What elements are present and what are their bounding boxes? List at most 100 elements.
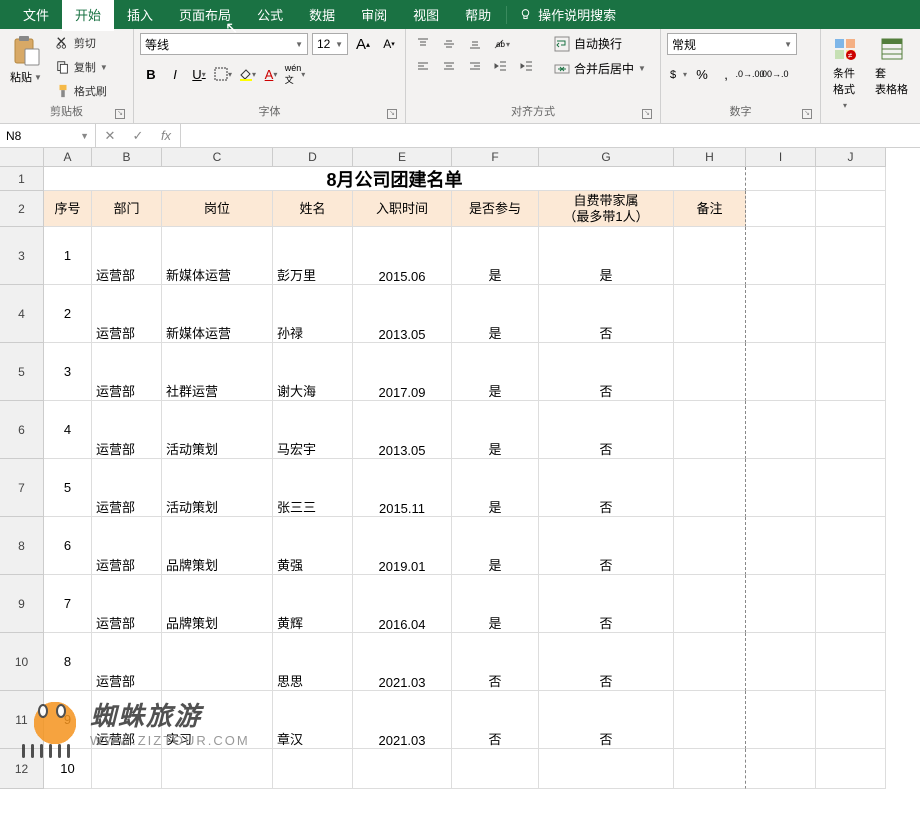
cell[interactable] bbox=[674, 749, 746, 789]
cell[interactable] bbox=[674, 633, 746, 691]
cell[interactable]: 品牌策划 bbox=[162, 575, 273, 633]
tab-page-layout[interactable]: 页面布局 bbox=[166, 0, 244, 31]
cell[interactable]: 是否参与 bbox=[452, 191, 539, 227]
cut-button[interactable]: 剪切 bbox=[52, 33, 112, 53]
cell[interactable] bbox=[816, 633, 886, 691]
cell[interactable]: 运营部 bbox=[92, 401, 162, 459]
cell[interactable]: 是 bbox=[452, 575, 539, 633]
cell[interactable]: 否 bbox=[539, 459, 674, 517]
align-center-button[interactable] bbox=[438, 55, 460, 77]
increase-font-button[interactable]: A▴ bbox=[352, 33, 374, 55]
cell[interactable] bbox=[674, 691, 746, 749]
cancel-formula-button[interactable]: ✕ bbox=[96, 124, 124, 147]
cell[interactable]: 马宏宇 bbox=[273, 401, 353, 459]
row-header[interactable]: 1 bbox=[0, 167, 44, 191]
cell[interactable] bbox=[746, 191, 816, 227]
paste-button[interactable]: 粘贴▼ bbox=[6, 33, 46, 87]
align-right-button[interactable] bbox=[464, 55, 486, 77]
column-header[interactable]: C bbox=[162, 148, 273, 167]
row-header[interactable]: 8 bbox=[0, 517, 44, 575]
decrease-indent-button[interactable] bbox=[490, 55, 512, 77]
align-bottom-button[interactable] bbox=[464, 33, 486, 55]
cell[interactable] bbox=[816, 167, 886, 191]
tab-help[interactable]: 帮助 bbox=[452, 0, 504, 31]
cell[interactable]: 是 bbox=[539, 227, 674, 285]
number-format-select[interactable]: 常规▼ bbox=[667, 33, 797, 55]
row-header[interactable]: 7 bbox=[0, 459, 44, 517]
cell[interactable]: 黄强 bbox=[273, 517, 353, 575]
cell[interactable]: 岗位 bbox=[162, 191, 273, 227]
cell[interactable] bbox=[674, 517, 746, 575]
cell[interactable] bbox=[746, 401, 816, 459]
bold-button[interactable]: B bbox=[140, 63, 162, 85]
cell[interactable] bbox=[746, 633, 816, 691]
select-all-corner[interactable] bbox=[0, 148, 44, 167]
cell[interactable]: 否 bbox=[539, 575, 674, 633]
orientation-button[interactable]: ab▾ bbox=[490, 33, 512, 55]
cell[interactable]: 运营部 bbox=[92, 285, 162, 343]
cell[interactable]: 2013.05 bbox=[353, 401, 452, 459]
font-color-button[interactable]: A▾ bbox=[260, 63, 282, 85]
cell[interactable]: 是 bbox=[452, 401, 539, 459]
cell[interactable]: 活动策划 bbox=[162, 401, 273, 459]
tab-insert[interactable]: 插入 bbox=[114, 0, 166, 31]
cell[interactable]: 入职时间 bbox=[353, 191, 452, 227]
cell[interactable]: 2017.09 bbox=[353, 343, 452, 401]
cell[interactable]: 7 bbox=[44, 575, 92, 633]
cell[interactable] bbox=[816, 343, 886, 401]
cell[interactable]: 品牌策划 bbox=[162, 517, 273, 575]
column-header[interactable]: H bbox=[674, 148, 746, 167]
cell[interactable] bbox=[353, 749, 452, 789]
cell[interactable]: 运营部 bbox=[92, 343, 162, 401]
increase-decimal-button[interactable]: .0→.00 bbox=[739, 63, 761, 85]
copy-button[interactable]: 复制 ▼ bbox=[52, 57, 112, 77]
cell[interactable]: 10 bbox=[44, 749, 92, 789]
confirm-formula-button[interactable]: ✓ bbox=[124, 124, 152, 147]
dialog-launcher-icon[interactable]: ↘ bbox=[387, 109, 397, 119]
dialog-launcher-icon[interactable]: ↘ bbox=[642, 109, 652, 119]
cell[interactable]: 姓名 bbox=[273, 191, 353, 227]
cell[interactable] bbox=[746, 227, 816, 285]
align-left-button[interactable] bbox=[412, 55, 434, 77]
cell[interactable] bbox=[816, 401, 886, 459]
row-header[interactable]: 9 bbox=[0, 575, 44, 633]
cell[interactable]: 部门 bbox=[92, 191, 162, 227]
cell[interactable] bbox=[674, 575, 746, 633]
cell[interactable] bbox=[674, 343, 746, 401]
cell[interactable] bbox=[539, 749, 674, 789]
cell[interactable]: 否 bbox=[539, 285, 674, 343]
cell[interactable] bbox=[746, 749, 816, 789]
tab-home[interactable]: 开始 bbox=[62, 0, 114, 31]
grid[interactable]: 8月公司团建名单序号部门岗位姓名入职时间是否参与自费带家属 （最多带1人）备注1… bbox=[44, 167, 886, 789]
cell[interactable]: 4 bbox=[44, 401, 92, 459]
table-format-button[interactable]: 套 表格格 bbox=[869, 33, 914, 101]
cell[interactable] bbox=[674, 459, 746, 517]
cell[interactable] bbox=[816, 459, 886, 517]
row-header[interactable]: 6 bbox=[0, 401, 44, 459]
underline-button[interactable]: U▾ bbox=[188, 63, 210, 85]
row-header[interactable]: 11 bbox=[0, 691, 44, 749]
cell[interactable] bbox=[674, 285, 746, 343]
row-header[interactable]: 5 bbox=[0, 343, 44, 401]
cell[interactable]: 否 bbox=[452, 691, 539, 749]
italic-button[interactable]: I bbox=[164, 63, 186, 85]
cell[interactable]: 运营部 bbox=[92, 575, 162, 633]
accounting-format-button[interactable]: $▾ bbox=[667, 63, 689, 85]
cell[interactable]: 2021.03 bbox=[353, 633, 452, 691]
cell[interactable]: 8 bbox=[44, 633, 92, 691]
fx-button[interactable]: fx bbox=[152, 124, 180, 147]
cell[interactable]: 否 bbox=[539, 633, 674, 691]
cell[interactable]: 8月公司团建名单 bbox=[44, 167, 746, 191]
cell[interactable]: 运营部 bbox=[92, 633, 162, 691]
cell[interactable] bbox=[92, 749, 162, 789]
conditional-format-button[interactable]: ≠ 条件格式▾ bbox=[827, 33, 863, 114]
fill-color-button[interactable]: ▾ bbox=[236, 63, 258, 85]
cell[interactable] bbox=[674, 401, 746, 459]
column-header[interactable]: E bbox=[353, 148, 452, 167]
cell[interactable]: 是 bbox=[452, 517, 539, 575]
cell[interactable]: 2013.05 bbox=[353, 285, 452, 343]
cell[interactable]: 2019.01 bbox=[353, 517, 452, 575]
cell[interactable] bbox=[816, 749, 886, 789]
cell[interactable]: 自费带家属 （最多带1人） bbox=[539, 191, 674, 227]
tab-formulas[interactable]: 公式 bbox=[244, 0, 296, 31]
